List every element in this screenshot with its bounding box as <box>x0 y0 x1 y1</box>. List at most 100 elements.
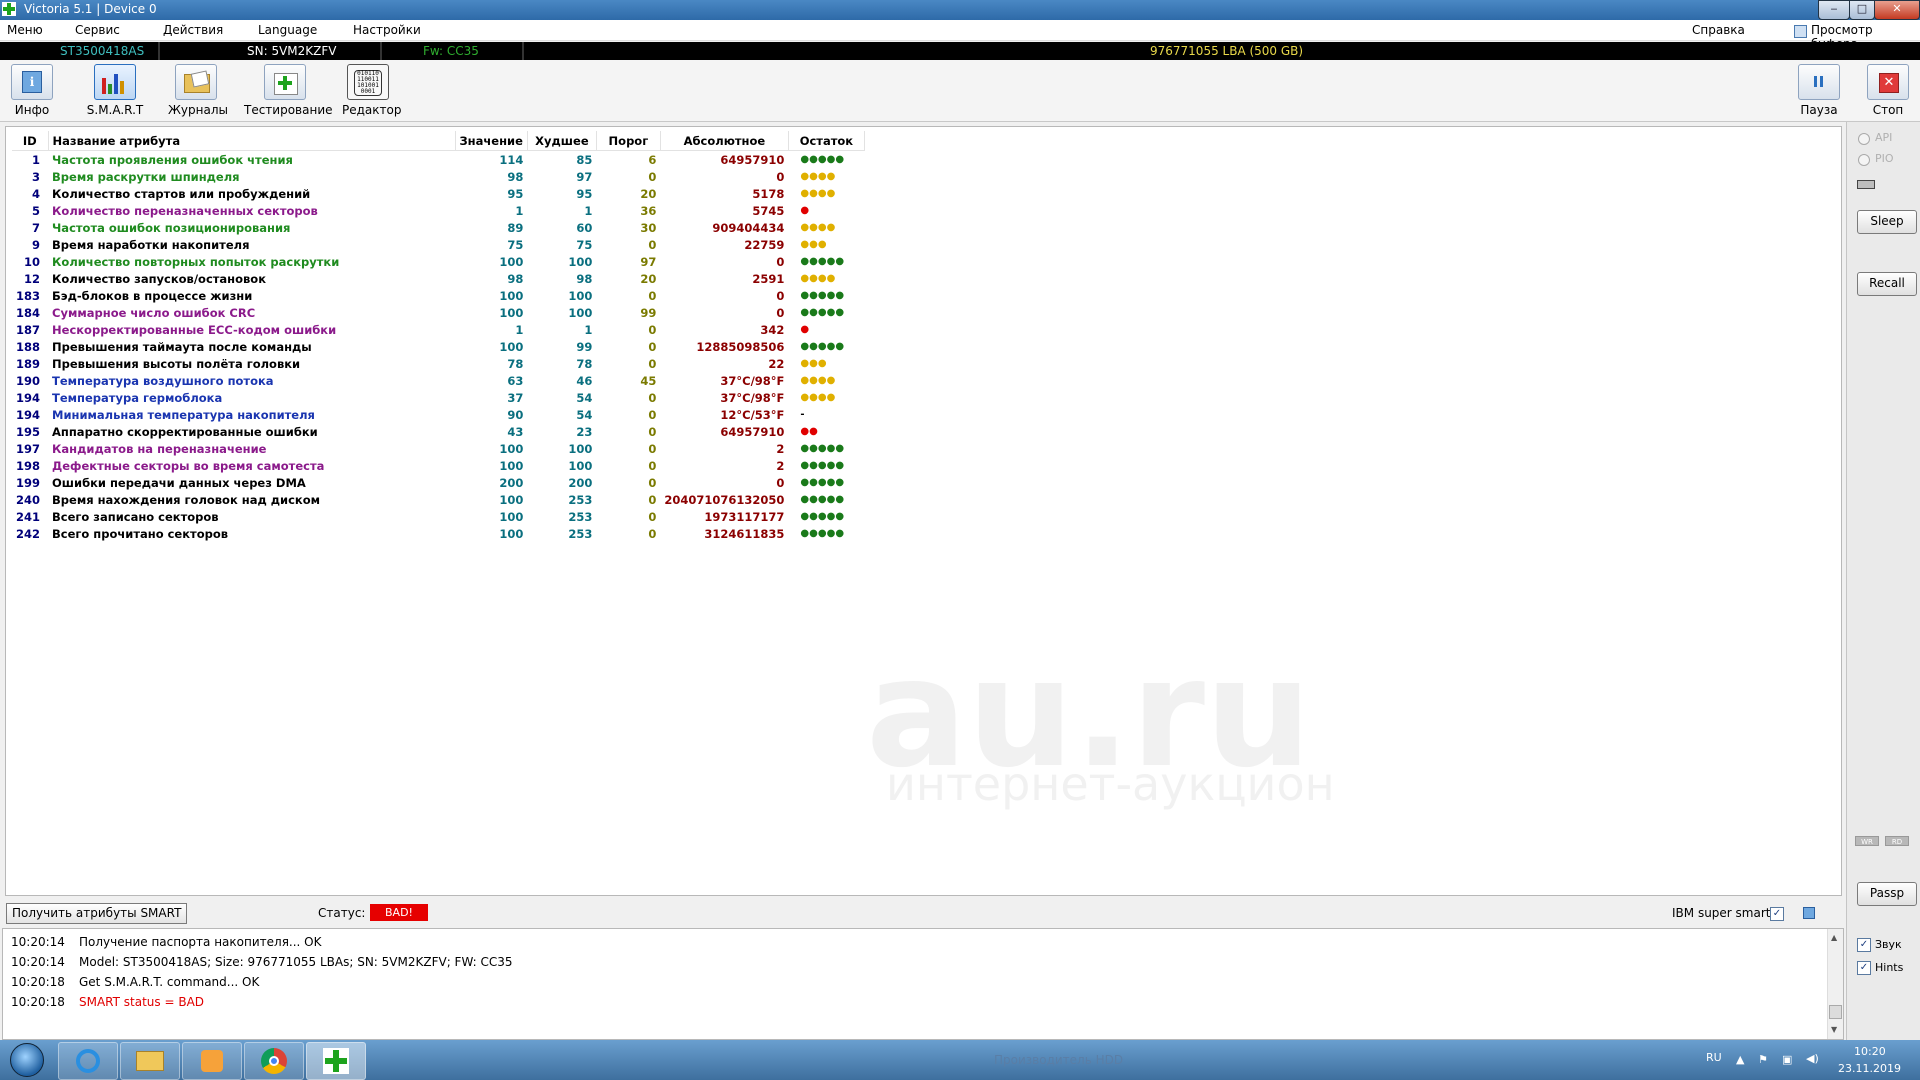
maximize-button[interactable]: □ <box>1849 0 1875 20</box>
start-button[interactable] <box>4 1040 48 1080</box>
scroll-thumb[interactable] <box>1829 1005 1842 1019</box>
divider <box>158 42 160 60</box>
recall-button[interactable]: Recall <box>1857 272 1917 296</box>
column-header-worst[interactable]: Худшее <box>527 131 597 151</box>
table-row[interactable]: 198 Дефектные секторы во время самотеста 1… <box>12 457 864 474</box>
volume-icon[interactable]: ◀) <box>1806 1052 1819 1065</box>
taskbar-victoria[interactable] <box>306 1042 366 1080</box>
sound-checkbox[interactable]: ✓ <box>1857 938 1871 952</box>
table-row[interactable]: 183 Бэд-блоков в процессе жизни 100 100 0 0 ●●… <box>12 287 864 304</box>
attribute-threshold: 0 <box>648 458 657 473</box>
table-row[interactable]: 10 Количество повторных попыток раскрутки… <box>12 253 864 270</box>
table-row[interactable]: 194 Температура гермоблока 37 54 0 37°C/98°F ●… <box>12 389 864 406</box>
attribute-id: 194 <box>16 390 41 405</box>
stop-button[interactable]: ✕ Стоп <box>1866 64 1910 117</box>
info-button[interactable]: i Инфо <box>10 64 54 117</box>
smart-button[interactable]: S.M.A.R.T <box>85 64 145 117</box>
attribute-worst: 100 <box>568 254 593 269</box>
minimize-button[interactable]: ‒ <box>1818 0 1850 20</box>
attribute-id: 4 <box>32 186 41 201</box>
table-row[interactable]: 199 Ошибки передачи данных через DMA 200 20… <box>12 474 864 491</box>
table-row[interactable]: 188 Превышения таймаута после команды 100 9… <box>12 338 864 355</box>
table-row[interactable]: 195 Аппаратно скорректированные ошибки 43 2… <box>12 423 864 440</box>
color-swatch-icon[interactable] <box>1803 907 1815 919</box>
column-header-remaining[interactable]: Остаток <box>788 131 865 151</box>
pause-button[interactable]: Пауза <box>1797 64 1841 117</box>
attribute-name: Время наработки накопителя <box>52 237 250 252</box>
testing-button[interactable]: Тестирование <box>244 64 333 117</box>
attribute-threshold: 0 <box>648 288 657 303</box>
passp-button[interactable]: Passp <box>1857 882 1917 906</box>
scroll-down-icon[interactable]: ▼ <box>1831 1025 1837 1034</box>
sleep-button[interactable]: Sleep <box>1857 210 1917 234</box>
table-row[interactable]: 1 Частота проявления ошибок чтения 114 85 6 6… <box>12 151 864 169</box>
table-row[interactable]: 189 Превышения высоты полёта головки 78 78 0… <box>12 355 864 372</box>
table-row[interactable]: 194 Минимальная температура накопителя 90 5… <box>12 406 864 423</box>
attribute-threshold: 0 <box>648 322 657 337</box>
scroll-up-icon[interactable]: ▲ <box>1831 933 1837 942</box>
attribute-remaining: ●●● <box>800 358 827 369</box>
api-label: API <box>1875 131 1893 144</box>
menu-item-service[interactable]: Сервис <box>75 23 120 37</box>
table-row[interactable]: 5 Количество переназначенных секторов 1 1 36… <box>12 202 864 219</box>
column-header-raw[interactable]: Абсолютное <box>660 131 789 151</box>
network-icon[interactable]: ▣ <box>1782 1053 1792 1066</box>
taskbar-explorer[interactable] <box>120 1042 180 1080</box>
clock-time[interactable]: 10:20 <box>1854 1045 1886 1058</box>
pio-radio[interactable] <box>1858 154 1870 166</box>
taskbar-chrome[interactable] <box>244 1042 304 1080</box>
table-row[interactable]: 240 Время нахождения головок над диском 10… <box>12 491 864 508</box>
close-button[interactable]: ✕ <box>1874 0 1920 20</box>
action-center-flag-icon[interactable]: ⚑ <box>1758 1053 1768 1066</box>
table-row[interactable]: 190 Температура воздушного потока 63 46 45 37… <box>12 372 864 389</box>
log-scrollbar[interactable]: ▲ ▼ <box>1827 929 1843 1039</box>
table-row[interactable]: 184 Суммарное число ошибок CRC 100 100 99 0 ●●… <box>12 304 864 321</box>
editor-button[interactable]: 010110 110011 101001 0001 Редактор <box>342 64 401 117</box>
hints-label: Hints <box>1875 961 1904 974</box>
menu-item-help[interactable]: Справка <box>1692 23 1745 37</box>
stop-icon: ✕ <box>1867 64 1909 100</box>
attribute-worst: 54 <box>576 390 593 405</box>
menu-item-settings[interactable]: Настройки <box>353 23 421 37</box>
table-row[interactable]: 7 Частота ошибок позиционирования 89 60 30 90… <box>12 219 864 236</box>
attribute-raw: 0 <box>776 475 785 490</box>
attribute-id: 241 <box>16 509 41 524</box>
menu-item-actions[interactable]: Действия <box>163 23 223 37</box>
language-indicator[interactable]: RU <box>1706 1051 1722 1064</box>
show-hidden-icons-icon[interactable]: ▲ <box>1736 1053 1744 1066</box>
table-row[interactable]: 242 Всего прочитано секторов 100 253 0 312461… <box>12 525 864 542</box>
api-radio[interactable] <box>1858 133 1870 145</box>
table-row[interactable]: 187 Нескорректированные ECC-кодом ошибки 1… <box>12 321 864 338</box>
table-row[interactable]: 12 Количество запусков/остановок 98 98 20 259… <box>12 270 864 287</box>
table-row[interactable]: 4 Количество стартов или пробуждений 95 95 2… <box>12 185 864 202</box>
taskbar-ie[interactable] <box>58 1042 118 1080</box>
ibm-super-smart-checkbox[interactable]: ✓ <box>1770 907 1784 921</box>
attribute-name: Частота ошибок позиционирования <box>52 220 291 235</box>
attribute-value: 43 <box>507 424 524 439</box>
table-row[interactable]: 241 Всего записано секторов 100 253 0 1973117… <box>12 508 864 525</box>
menu-item-language[interactable]: Language <box>258 23 317 37</box>
ibm-super-smart-label: IBM super smart: <box>1672 906 1775 920</box>
clock-date[interactable]: 23.11.2019 <box>1838 1062 1901 1075</box>
table-row[interactable]: 3 Время раскрутки шпинделя 98 97 0 0 ●●●● <box>12 168 864 185</box>
table-row[interactable]: 9 Время наработки накопителя 75 75 0 22759 ●●● <box>12 236 864 253</box>
drive-firmware: Fw: CC35 <box>423 44 479 58</box>
column-header-id[interactable]: ID <box>12 131 49 151</box>
attribute-worst: 97 <box>576 169 593 184</box>
column-header-threshold[interactable]: Порог <box>596 131 661 151</box>
table-row[interactable]: 197 Кандидатов на переназначение 100 100 0 2 ●… <box>12 440 864 457</box>
attribute-remaining: ●●●●● <box>800 511 845 522</box>
taskbar-media-player[interactable] <box>182 1042 242 1080</box>
attribute-name: Дефектные секторы во время самотеста <box>52 458 325 473</box>
menu-bar: Меню Сервис Действия Language Настройки … <box>0 20 1920 51</box>
journals-button[interactable]: Журналы <box>168 64 228 117</box>
column-header-value[interactable]: Значение <box>455 131 528 151</box>
attribute-threshold: 0 <box>648 424 657 439</box>
attribute-raw: 204071076132050 <box>664 492 785 507</box>
menu-item-menu[interactable]: Меню <box>7 23 43 37</box>
buffer-icon <box>1794 25 1807 38</box>
column-header-name[interactable]: Название атрибута <box>48 131 456 151</box>
hints-checkbox[interactable]: ✓ <box>1857 961 1871 975</box>
attribute-id: 197 <box>16 441 41 456</box>
get-smart-attributes-button[interactable]: Получить атрибуты SMART <box>6 903 188 924</box>
